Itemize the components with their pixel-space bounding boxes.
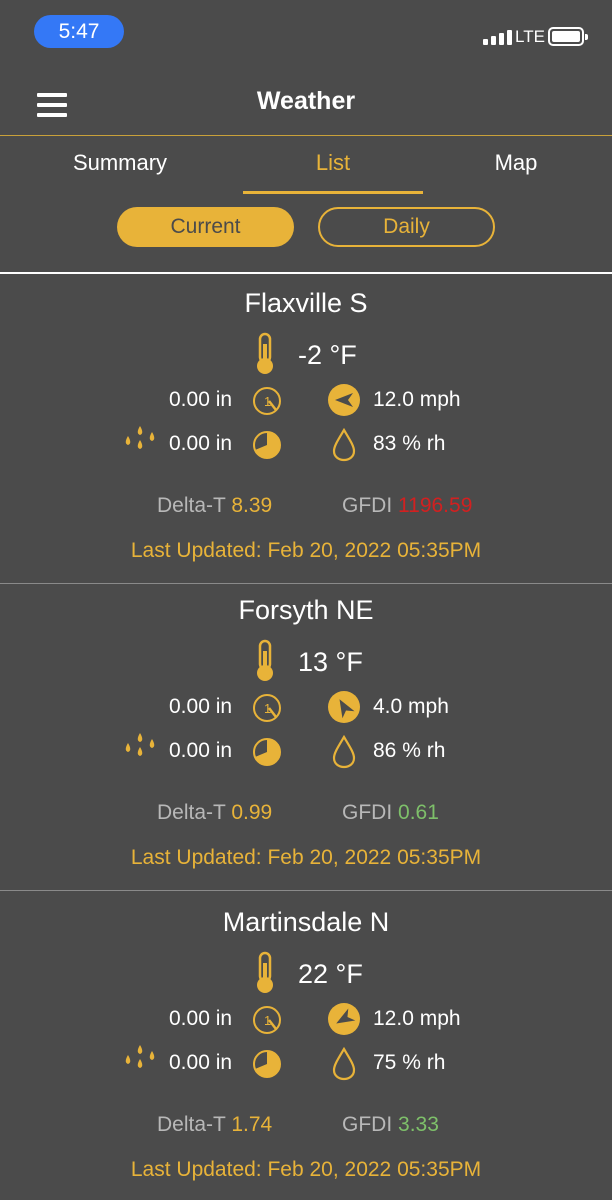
delta-t-value: 8.39 — [231, 494, 273, 517]
rain-last-hour-value: 0.00 in — [169, 388, 233, 411]
delta-t: Delta-T 8.39 — [157, 494, 272, 518]
clock-day-icon — [253, 738, 281, 766]
rain-today-value: 0.00 in — [169, 739, 233, 762]
humidity-drop-icon — [332, 1047, 356, 1081]
rain-last-hour-value: 0.00 in — [169, 695, 233, 718]
gfdi-value: 0.61 — [398, 801, 439, 824]
page-title: Weather — [256, 87, 356, 115]
station-temperature: 13 °F — [298, 647, 363, 677]
wind-direction-icon — [328, 1003, 360, 1035]
tab-summary[interactable]: Summary — [40, 150, 200, 176]
station-card[interactable]: Martinsdale N 22 °F 0.00 in 1 0.00 in 12… — [0, 893, 612, 1200]
delta-t-value: 0.99 — [231, 801, 273, 824]
thermometer-icon — [257, 639, 273, 681]
rain-last-hour-value: 0.00 in — [169, 1007, 233, 1030]
rain-today-value: 0.00 in — [169, 1051, 233, 1074]
card-divider — [0, 890, 612, 891]
wind-speed-value: 12.0 mph — [373, 1007, 461, 1030]
delta-t: Delta-T 0.99 — [157, 801, 272, 825]
station-name: Flaxville S — [244, 288, 368, 318]
clock-day-icon — [253, 431, 281, 459]
rain-drops-icon — [125, 426, 155, 449]
clock-1h-icon: 1 — [253, 694, 281, 722]
network-type: LTE — [515, 27, 545, 46]
gfdi-label: GFDI — [342, 801, 393, 824]
last-updated: Last Updated: Feb 20, 2022 05:35PM — [130, 539, 482, 562]
rain-today-value: 0.00 in — [169, 432, 233, 455]
battery-icon — [548, 27, 588, 46]
humidity-drop-icon — [332, 428, 356, 462]
station-card[interactable]: Forsyth NE 13 °F 0.00 in 1 0.00 in 4.0 m… — [0, 581, 612, 891]
wind-speed-value: 4.0 mph — [373, 695, 449, 718]
thermometer-icon — [257, 951, 273, 993]
tab-map[interactable]: Map — [446, 150, 586, 176]
gfdi-label: GFDI — [342, 494, 393, 517]
station-name: Forsyth NE — [238, 595, 374, 625]
station-temperature: 22 °F — [298, 959, 363, 989]
status-bar: 5:47 LTE — [0, 0, 612, 64]
thermometer-icon — [257, 332, 273, 374]
wind-direction-icon — [328, 384, 360, 416]
cellular-signal-icon — [483, 29, 512, 45]
station-card[interactable]: Flaxville S -2 °F 0.00 in 1 0.00 in 12.0… — [0, 274, 612, 584]
clock-1h-icon: 1 — [253, 387, 281, 415]
delta-t-value: 1.74 — [231, 1113, 273, 1136]
humidity-value: 75 % rh — [373, 1051, 446, 1074]
station-temperature: -2 °F — [298, 340, 357, 370]
clock-1h-icon: 1 — [253, 1006, 281, 1034]
humidity-value: 83 % rh — [373, 432, 446, 455]
station-name: Martinsdale N — [222, 907, 390, 937]
tab-list[interactable]: List — [243, 150, 423, 176]
nav-bar: Weather — [0, 64, 612, 136]
status-time: 5:47 — [34, 15, 124, 48]
clock-day-icon — [253, 1050, 281, 1078]
rain-drops-icon — [125, 733, 155, 756]
last-updated: Last Updated: Feb 20, 2022 05:35PM — [130, 846, 482, 869]
wind-direction-icon — [328, 691, 360, 723]
gfdi-value: 3.33 — [398, 1113, 439, 1136]
gfdi: GFDI 3.33 — [342, 1113, 439, 1137]
delta-t: Delta-T 1.74 — [157, 1113, 272, 1137]
rain-drops-icon — [125, 1045, 155, 1068]
gfdi-value: 1196.59 — [398, 494, 473, 517]
active-tab-indicator — [243, 191, 423, 194]
segment-daily-button[interactable]: Daily — [318, 207, 495, 247]
last-updated: Last Updated: Feb 20, 2022 05:35PM — [130, 1158, 482, 1181]
segment-current-button[interactable]: Current — [117, 207, 294, 247]
tab-bar: Summary List Map — [0, 136, 612, 196]
gfdi: GFDI 0.61 — [342, 801, 439, 825]
delta-t-label: Delta-T — [157, 1113, 226, 1136]
gfdi-label: GFDI — [342, 1113, 393, 1136]
wind-speed-value: 12.0 mph — [373, 388, 461, 411]
humidity-drop-icon — [332, 735, 356, 769]
gfdi: GFDI 1196.59 — [342, 494, 472, 518]
delta-t-label: Delta-T — [157, 801, 226, 824]
delta-t-label: Delta-T — [157, 494, 226, 517]
humidity-value: 86 % rh — [373, 739, 446, 762]
